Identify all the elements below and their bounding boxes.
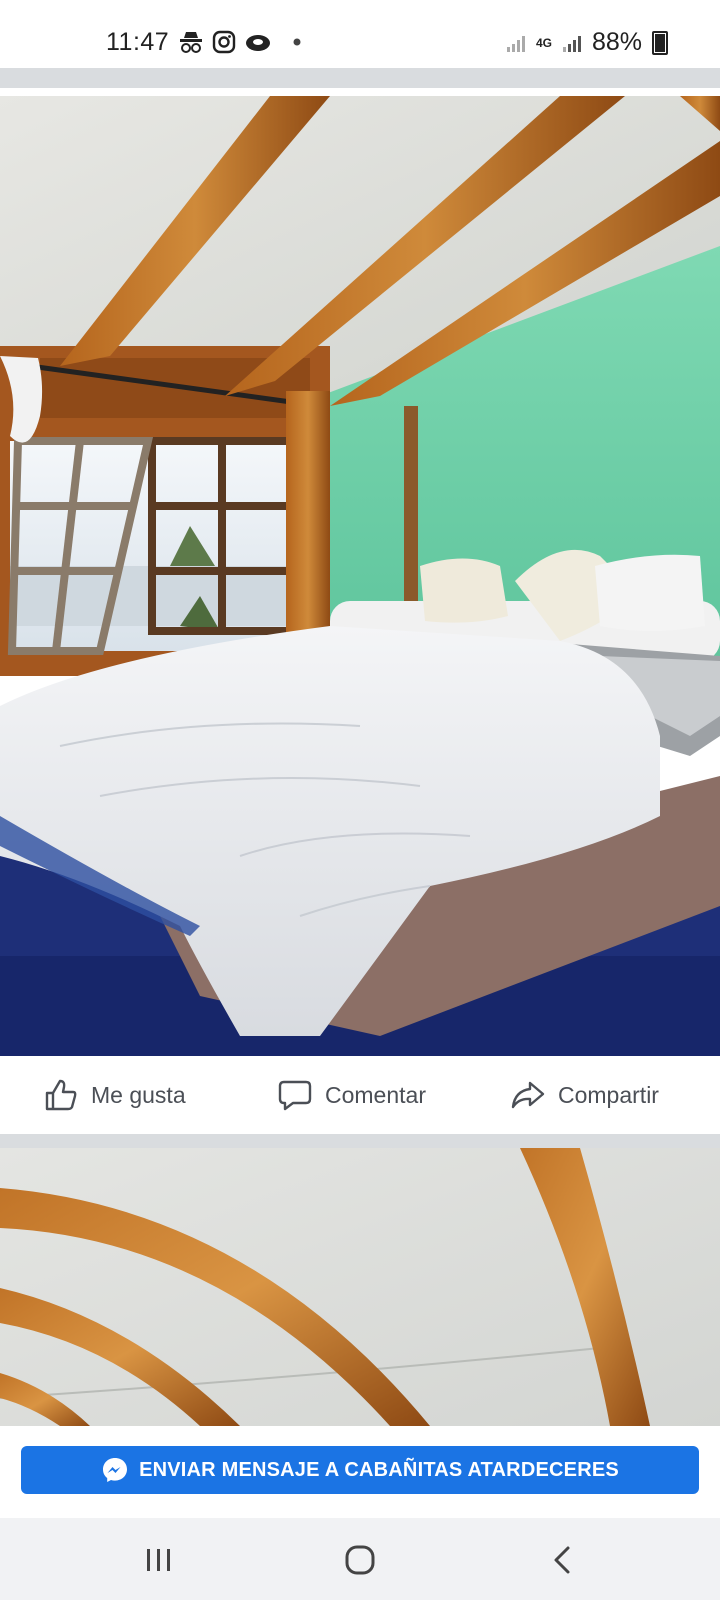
messenger-icon	[103, 1458, 128, 1482]
cloud-icon	[246, 35, 270, 51]
status-time: 11:47	[106, 28, 170, 56]
home-icon	[345, 1545, 375, 1575]
notification-icons	[178, 30, 304, 54]
status-divider	[0, 68, 720, 88]
thumbs-up-icon	[45, 1079, 77, 1111]
battery-percent: 88%	[591, 28, 642, 56]
cta-container: ENVIAR MENSAJE A CABAÑITAS ATARDECERES	[0, 1426, 720, 1518]
like-button[interactable]: Me gusta	[43, 1056, 186, 1134]
signal-4g-icon	[562, 35, 581, 52]
comment-label: Comentar	[325, 1081, 426, 1108]
battery-icon	[652, 30, 668, 55]
send-message-button[interactable]: ENVIAR MENSAJE A CABAÑITAS ATARDECERES	[21, 1446, 699, 1494]
signal-icon	[506, 35, 525, 52]
network-type: 4G	[535, 35, 552, 50]
post-action-bar: Me gusta Comentar Compartir	[0, 1056, 720, 1134]
post-photo-ceiling[interactable]	[0, 1148, 720, 1426]
share-icon	[511, 1081, 545, 1109]
post-photo-bedroom[interactable]	[0, 96, 720, 1056]
back-button[interactable]	[542, 1542, 582, 1578]
instagram-icon	[212, 30, 236, 54]
recent-apps-button[interactable]	[139, 1542, 179, 1578]
send-message-label: ENVIAR MENSAJE A CABAÑITAS ATARDECERES	[139, 1458, 619, 1481]
share-label: Compartir	[558, 1081, 659, 1108]
recent-apps-icon	[147, 1549, 170, 1571]
back-icon	[554, 1546, 570, 1574]
system-icons: 4G 88%	[506, 28, 668, 57]
comment-icon	[278, 1080, 312, 1111]
dot-icon	[293, 38, 301, 46]
share-button[interactable]: Compartir	[510, 1056, 659, 1134]
comment-button[interactable]: Comentar	[277, 1056, 426, 1134]
post-divider	[0, 1134, 720, 1148]
like-label: Me gusta	[91, 1081, 186, 1108]
system-nav-bar	[0, 1518, 720, 1600]
incognito-icon	[180, 32, 202, 53]
home-button[interactable]	[340, 1542, 380, 1578]
